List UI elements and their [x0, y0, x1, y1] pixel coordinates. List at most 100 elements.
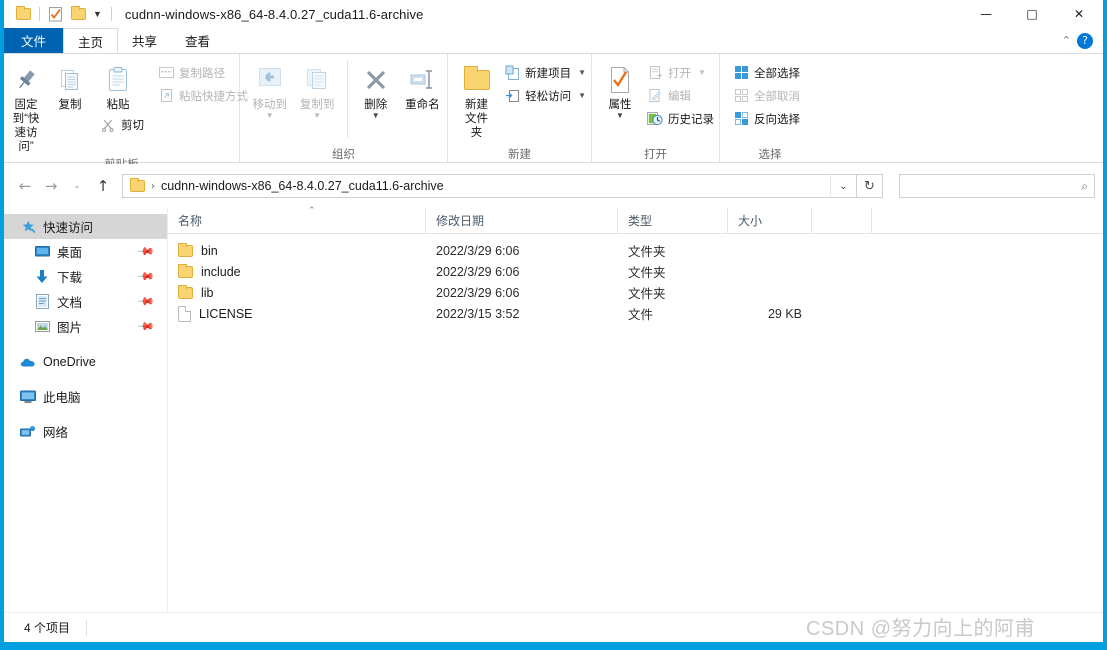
sidebar-item-label: 文档	[57, 296, 83, 310]
edit-button[interactable]: 编辑	[642, 85, 719, 106]
minimize-button[interactable]: —	[963, 0, 1009, 28]
properties-button[interactable]: 属性 ▼	[598, 60, 642, 121]
file-name-cell[interactable]: include	[168, 261, 426, 282]
open-button[interactable]: 打开 ▼	[642, 62, 719, 83]
table-row[interactable]: lib 2022/3/29 6:06 文件夹	[168, 282, 1103, 303]
delete-caret-icon[interactable]: ▼	[372, 112, 380, 120]
copy-to-button[interactable]: 复制到 ▼	[293, 60, 340, 121]
address-bar[interactable]: › cudnn-windows-x86_64-8.4.0.27_cuda11.6…	[122, 174, 857, 198]
breadcrumb-current-folder[interactable]: cudnn-windows-x86_64-8.4.0.27_cuda11.6-a…	[161, 179, 444, 193]
sidebar-gap-2	[4, 374, 167, 384]
pin-icon[interactable]: 📌	[137, 317, 156, 336]
recent-locations-button[interactable]: ⌄	[64, 173, 90, 199]
maximize-button[interactable]: □	[1009, 0, 1055, 28]
qat-folder-icon[interactable]	[14, 5, 32, 23]
back-button[interactable]: ←	[12, 173, 38, 199]
column-header-date[interactable]: 修改日期	[426, 207, 618, 234]
rename-icon	[407, 62, 437, 98]
pin-icon[interactable]: 📌	[137, 242, 156, 261]
close-button[interactable]: ✕	[1055, 0, 1103, 28]
address-bar-row: ← → ⌄ ↑ › cudnn-windows-x86_64-8.4.0.27_…	[4, 164, 1103, 208]
easy-access-button[interactable]: 轻松访问 ▼	[499, 85, 591, 106]
qat-properties-icon[interactable]	[47, 5, 65, 23]
file-name-label: LICENSE	[199, 306, 253, 321]
column-header-size[interactable]: 大小	[728, 207, 812, 234]
move-to-button[interactable]: 移动到 ▼	[246, 60, 293, 121]
collapse-ribbon-icon[interactable]: ⌃	[1062, 34, 1071, 47]
main-content-area: 快速访问 桌面 📌 下载 📌 文档 📌 图片 📌 OneDrive 此电脑 网络…	[4, 206, 1103, 612]
file-size-cell	[728, 240, 812, 261]
qat-dropdown-caret[interactable]: ▼	[91, 9, 104, 19]
file-name-cell[interactable]: LICENSE	[168, 303, 426, 324]
open-caret-icon[interactable]: ▼	[698, 68, 706, 77]
properties-caret-icon[interactable]: ▼	[616, 112, 624, 120]
sidebar-item-desktop[interactable]: 桌面 📌	[4, 239, 167, 264]
qat-new-folder-icon[interactable]	[69, 5, 87, 23]
help-icon[interactable]: ?	[1077, 32, 1093, 49]
select-all-icon	[733, 65, 749, 81]
sidebar-item-this-pc[interactable]: 此电脑	[4, 384, 167, 409]
address-dropdown-caret-icon[interactable]: ⌄	[830, 174, 856, 198]
new-folder-button[interactable]: 新建 文件夹	[454, 60, 499, 142]
new-item-button[interactable]: 新建项目 ▼	[499, 62, 591, 83]
copy-button[interactable]: 复制	[48, 60, 92, 114]
pin-icon[interactable]: 📌	[137, 292, 156, 311]
tab-share[interactable]: 共享	[118, 28, 171, 53]
sidebar-gap-1	[4, 339, 167, 349]
move-to-caret-icon[interactable]: ▼	[266, 112, 274, 120]
tab-view[interactable]: 查看	[171, 28, 224, 53]
up-button[interactable]: ↑	[90, 173, 116, 199]
invert-selection-button[interactable]: 反向选择	[728, 108, 805, 129]
search-box[interactable]: ⌕	[899, 174, 1095, 198]
search-icon[interactable]: ⌕	[1081, 179, 1088, 194]
delete-button[interactable]: 删除 ▼	[354, 60, 398, 121]
paste-shortcut-label: 粘贴快捷方式	[179, 90, 248, 103]
delete-x-icon	[362, 62, 390, 98]
column-header-name[interactable]: 名称	[168, 207, 426, 234]
sidebar-item-onedrive[interactable]: OneDrive	[4, 349, 167, 374]
paste-label: 粘贴	[106, 99, 130, 111]
file-name-cell[interactable]: lib	[168, 282, 426, 303]
search-input[interactable]	[906, 179, 1082, 193]
table-row[interactable]: bin 2022/3/29 6:06 文件夹	[168, 240, 1103, 261]
file-name-label: lib	[201, 285, 214, 300]
sidebar-item-documents[interactable]: 文档 📌	[4, 289, 167, 314]
forward-button[interactable]: →	[38, 173, 64, 199]
table-row[interactable]: LICENSE 2022/3/15 3:52 文件 29 KB	[168, 303, 1103, 324]
file-date-cell: 2022/3/29 6:06	[436, 264, 520, 279]
folder-icon	[178, 263, 193, 278]
copy-path-button[interactable]: 复制路径	[153, 62, 253, 83]
sidebar-item-pictures[interactable]: 图片 📌	[4, 314, 167, 339]
paste-shortcut-icon	[158, 88, 174, 104]
table-row[interactable]: include 2022/3/29 6:06 文件夹	[168, 261, 1103, 282]
delete-label: 删除	[364, 99, 388, 111]
pin-to-quick-access-button[interactable]: 固定到“快 速访问”	[4, 60, 48, 156]
new-item-caret-icon[interactable]: ▼	[578, 68, 586, 77]
select-all-button[interactable]: 全部选择	[728, 62, 805, 83]
tab-home[interactable]: 主页	[63, 28, 119, 53]
rename-button[interactable]: 重命名	[398, 60, 447, 114]
paste-shortcut-button[interactable]: 粘贴快捷方式	[153, 85, 253, 106]
file-name-cell[interactable]: bin	[168, 240, 426, 261]
paste-button[interactable]: 粘贴	[92, 60, 144, 114]
copy-to-caret-icon[interactable]: ▼	[313, 112, 321, 120]
column-header-type[interactable]: 类型	[618, 207, 728, 234]
select-none-button[interactable]: 全部取消	[728, 85, 805, 106]
file-explorer-window: ▼ cudnn-windows-x86_64-8.4.0.27_cuda11.6…	[0, 0, 1107, 650]
sidebar-item-network[interactable]: 网络	[4, 419, 167, 444]
pin-icon[interactable]: 📌	[137, 267, 156, 286]
cut-button[interactable]: 剪切	[92, 114, 149, 135]
history-button[interactable]: 历史记录	[642, 108, 719, 129]
easy-access-caret-icon[interactable]: ▼	[578, 91, 586, 100]
sidebar-item-downloads[interactable]: 下载 📌	[4, 264, 167, 289]
sidebar-item-quick-access[interactable]: 快速访问	[4, 214, 167, 239]
refresh-button[interactable]: ↻	[857, 174, 883, 198]
pin-icon	[13, 62, 39, 98]
sidebar-item-label: 此电脑	[43, 391, 81, 405]
file-size-cell	[728, 261, 812, 282]
ribbon-tab-right-controls: ⌃ ?	[1062, 28, 1103, 53]
tab-file[interactable]: 文件	[4, 28, 64, 53]
sort-ascending-icon: ⌃	[308, 206, 316, 216]
file-list-pane: ⌃ 名称 修改日期 类型 大小 bin 2022/3/29 6:06 文件夹 i…	[168, 206, 1103, 612]
copy-label: 复制	[58, 99, 82, 111]
